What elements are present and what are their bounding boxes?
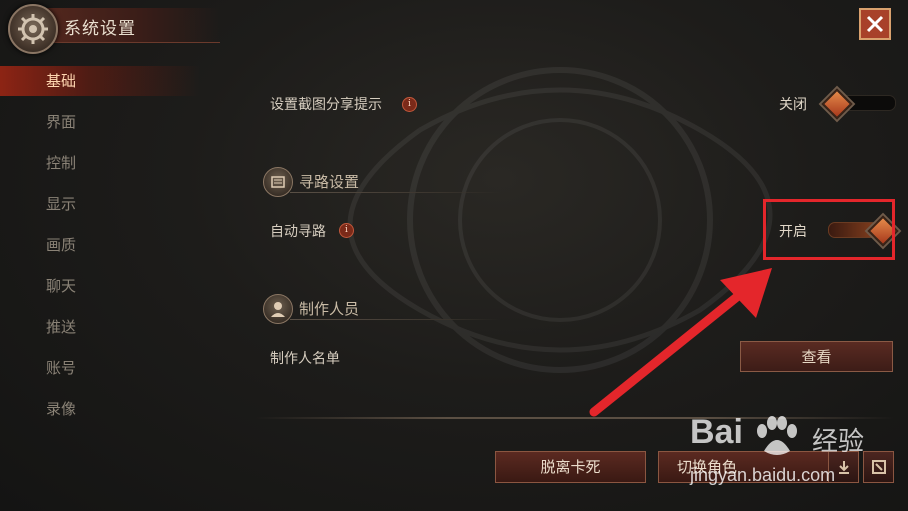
screenshot-share-state: 关闭	[779, 97, 807, 113]
sidebar-item-label: 画质	[46, 236, 77, 254]
auto-pathfinding-label: 自动寻路	[270, 224, 326, 240]
exit-button[interactable]	[863, 451, 894, 483]
credits-section-title: 制作人员	[299, 300, 360, 318]
sidebar-item-label: 显示	[46, 195, 77, 213]
toggle-knob-icon[interactable]	[821, 88, 853, 120]
view-credits-button[interactable]: 查看	[740, 341, 893, 372]
section-divider	[290, 319, 500, 320]
sidebar-item-interface[interactable]: 界面	[0, 105, 230, 146]
sidebar-item-label: 控制	[46, 154, 77, 172]
sidebar: 基础 界面 控制 显示 画质 聊天 推送 账号 录像	[0, 64, 230, 433]
sidebar-item-label: 账号	[46, 359, 77, 377]
sidebar-item-label: 界面	[46, 113, 77, 131]
content-divider	[255, 417, 895, 419]
sidebar-item-label: 录像	[46, 400, 77, 418]
unstuck-button[interactable]: 脱离卡死	[495, 451, 646, 483]
sidebar-item-display[interactable]: 显示	[0, 187, 230, 228]
annotation-highlight-box	[763, 199, 895, 260]
sidebar-item-basic[interactable]: 基础	[0, 64, 230, 105]
sidebar-item-label: 推送	[46, 318, 77, 336]
settings-gear-icon	[8, 4, 58, 54]
sidebar-item-label: 聊天	[46, 277, 77, 295]
screenshot-share-label: 设置截图分享提示	[270, 97, 382, 113]
info-icon[interactable]: i	[402, 97, 417, 112]
pathfinding-section-title: 寻路设置	[299, 173, 360, 191]
exit-icon	[871, 460, 886, 474]
credits-list-label: 制作人名单	[270, 351, 340, 367]
map-icon	[263, 167, 293, 197]
download-button[interactable]	[828, 451, 859, 483]
sidebar-item-controls[interactable]: 控制	[0, 146, 230, 187]
sidebar-item-chat[interactable]: 聊天	[0, 269, 230, 310]
download-icon	[838, 461, 849, 474]
close-icon	[866, 15, 884, 33]
info-icon[interactable]: i	[339, 223, 354, 238]
sidebar-item-graphics[interactable]: 画质	[0, 228, 230, 269]
section-divider	[290, 192, 500, 193]
sidebar-item-label: 基础	[46, 72, 77, 90]
sidebar-item-account[interactable]: 账号	[0, 351, 230, 392]
page-title: 系统设置	[64, 19, 136, 39]
sidebar-item-push[interactable]: 推送	[0, 310, 230, 351]
close-button[interactable]	[859, 8, 891, 40]
sidebar-item-recording[interactable]: 录像	[0, 392, 230, 433]
person-icon	[263, 294, 293, 324]
